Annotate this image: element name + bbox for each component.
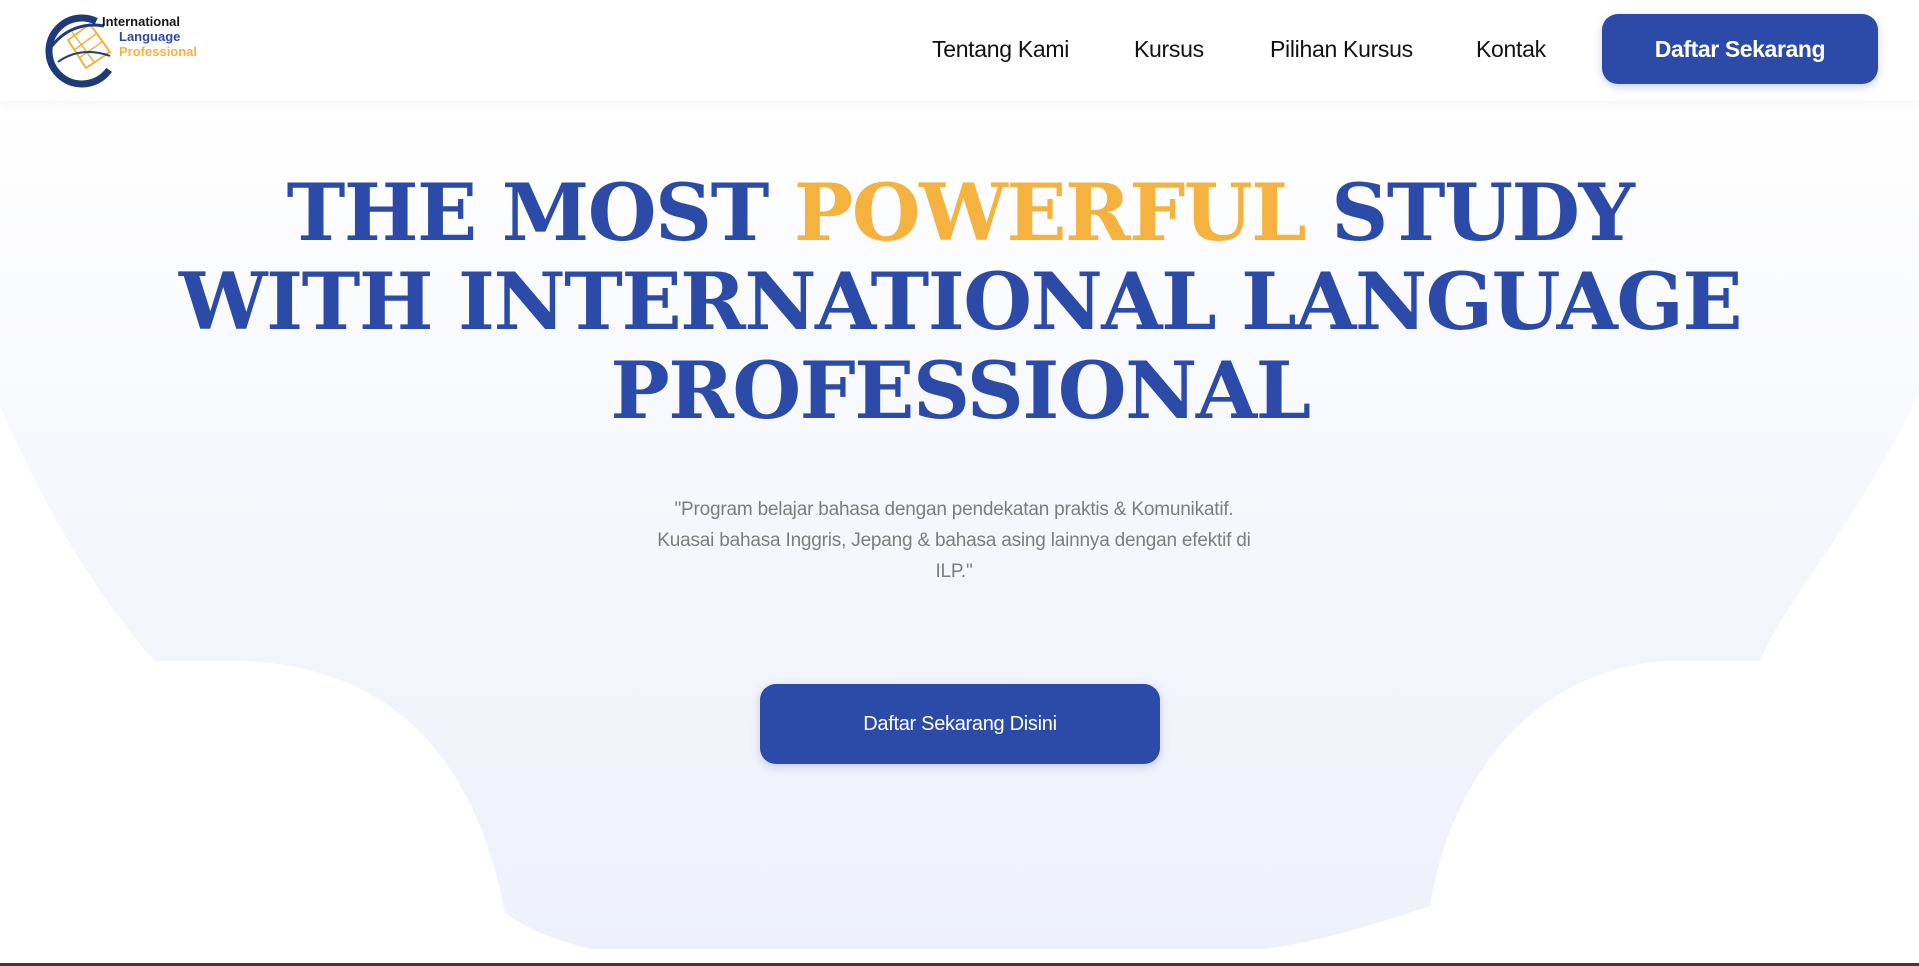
nav-link-courses[interactable]: Kursus (1134, 36, 1204, 63)
nav-link-contact[interactable]: Kontak (1476, 36, 1546, 63)
nav-link-course-options[interactable]: Pilihan Kursus (1270, 36, 1413, 63)
hero-quote: "Program belajar bahasa dengan pendekata… (657, 499, 1251, 582)
brand-wordmark: International Language Professional (100, 14, 197, 59)
brand-line-2: Language (119, 29, 181, 44)
brand-logo[interactable]: International Language Professional (44, 10, 214, 90)
site-header: International Language Professional Tent… (0, 0, 1919, 101)
cta-register-button[interactable]: Daftar Sekarang Disini (760, 684, 1160, 764)
hero-title-part1: THE MOST (286, 166, 794, 259)
brand-line-1: International (102, 14, 181, 29)
hero-title-highlight: POWERFUL (793, 166, 1307, 259)
nav-link-about[interactable]: Tentang Kami (932, 36, 1069, 63)
hero-title: THE MOST POWERFUL STUDY WITH INTERNATION… (160, 168, 1760, 435)
brand-line-3: Professional (119, 44, 198, 59)
register-button[interactable]: Daftar Sekarang (1602, 14, 1878, 84)
